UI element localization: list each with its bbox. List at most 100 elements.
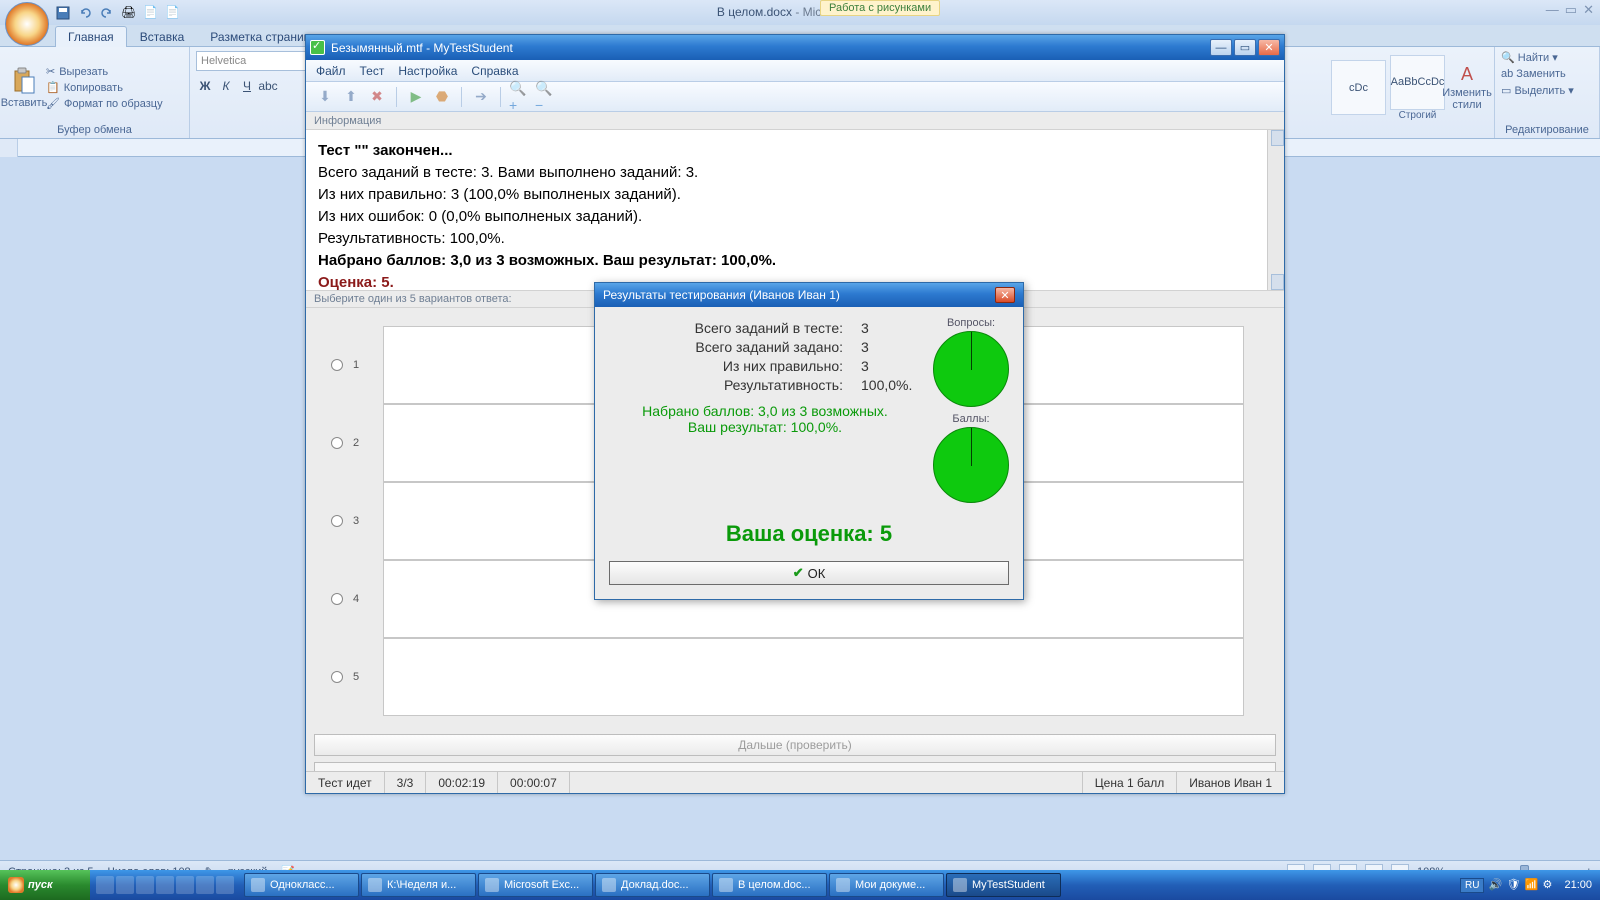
- font-name-combo[interactable]: Helvetica: [196, 51, 306, 71]
- tray-icon[interactable]: 🛡: [1506, 878, 1520, 892]
- task-label: В целом.doc...: [738, 879, 811, 891]
- minimize-icon[interactable]: —: [1546, 2, 1559, 18]
- info-scrollbar[interactable]: [1267, 130, 1284, 290]
- ql-icon-4[interactable]: [156, 876, 174, 894]
- info-done: Тест "" закончен...: [318, 142, 453, 159]
- strike-button[interactable]: abc: [259, 77, 277, 95]
- pie-points-chart: [933, 427, 1009, 503]
- results-dialog: Результаты тестирования (Иванов Иван 1) …: [594, 282, 1024, 600]
- tab-insert[interactable]: Вставка: [127, 26, 198, 47]
- office-button[interactable]: [5, 2, 49, 46]
- task-3[interactable]: Microsoft Exc...: [478, 873, 593, 897]
- task-5[interactable]: В целом.doc...: [712, 873, 827, 897]
- close-icon[interactable]: ✕: [1583, 2, 1594, 18]
- contextual-tab-label[interactable]: Работа с рисунками: [820, 0, 940, 16]
- task-icon: [368, 878, 382, 892]
- tb-zoom-in-icon[interactable]: 🔍+: [509, 86, 531, 108]
- start-label: пуск: [28, 879, 53, 891]
- style-thumb-1[interactable]: сDс: [1331, 60, 1386, 115]
- ql-icon-5[interactable]: [176, 876, 194, 894]
- answer-radio-2[interactable]: [331, 437, 343, 449]
- tab-home[interactable]: Главная: [55, 26, 127, 47]
- ql-icon-1[interactable]: [96, 876, 114, 894]
- answer-box-5[interactable]: [383, 638, 1244, 716]
- tb-forward-icon[interactable]: ➔: [470, 86, 492, 108]
- copy-button[interactable]: 📋Копировать: [46, 81, 163, 94]
- dialog-titlebar[interactable]: Результаты тестирования (Иванов Иван 1) …: [595, 283, 1023, 307]
- word-window-controls: — ▭ ✕: [1546, 2, 1594, 18]
- task-2[interactable]: К:\Неделя и...: [361, 873, 476, 897]
- dlg-asked-val: 3: [861, 339, 921, 355]
- ok-button[interactable]: ✔ОК: [609, 561, 1009, 585]
- tb-prev-icon[interactable]: ⬇: [314, 86, 336, 108]
- cut-button[interactable]: ✂Вырезать: [46, 65, 163, 78]
- status-time-elapsed: 00:02:19: [426, 772, 498, 793]
- answer-radio-3[interactable]: [331, 515, 343, 527]
- ql-icon-3[interactable]: [136, 876, 154, 894]
- answer-radio-4[interactable]: [331, 593, 343, 605]
- pie-points: Баллы:: [933, 413, 1009, 503]
- task-6[interactable]: Мои докуме...: [829, 873, 944, 897]
- answer-num-2: 2: [353, 437, 363, 449]
- style-thumb-2[interactable]: AaBbCcDс: [1390, 55, 1445, 110]
- task-1[interactable]: Однокласс...: [244, 873, 359, 897]
- tray-icon[interactable]: 📶: [1524, 878, 1538, 892]
- answer-radio-1[interactable]: [331, 359, 343, 371]
- task-label: Доклад.doc...: [621, 879, 689, 891]
- next-button[interactable]: Дальше (проверить): [314, 734, 1276, 756]
- answer-num-5: 5: [353, 671, 363, 683]
- check-icon: ✔: [793, 565, 804, 581]
- dialog-close-button[interactable]: ✕: [995, 287, 1015, 303]
- task-4[interactable]: Доклад.doc...: [595, 873, 710, 897]
- menu-test[interactable]: Тест: [360, 64, 385, 78]
- ql-icon-7[interactable]: [216, 876, 234, 894]
- ql-icon-6[interactable]: [196, 876, 214, 894]
- bold-button[interactable]: Ж: [196, 77, 214, 95]
- tb-play-icon[interactable]: ▶: [405, 86, 427, 108]
- italic-button[interactable]: К: [217, 77, 235, 95]
- menu-file[interactable]: Файл: [316, 64, 346, 78]
- mytest-menubar: Файл Тест Настройка Справка: [306, 60, 1284, 82]
- find-button[interactable]: 🔍 Найти ▾: [1501, 51, 1558, 64]
- change-styles-label: Изменить стили: [1442, 87, 1492, 111]
- tray-icon[interactable]: 🔊: [1488, 878, 1502, 892]
- pie-points-label: Баллы:: [952, 413, 989, 425]
- paste-button[interactable]: Вставить: [6, 63, 42, 113]
- start-button[interactable]: пуск: [0, 870, 90, 900]
- maximize-button[interactable]: ▭: [1234, 39, 1256, 56]
- select-label: Выделить: [1514, 85, 1565, 97]
- answer-num-1: 1: [353, 359, 363, 371]
- tb-zoom-out-icon[interactable]: 🔍−: [535, 86, 557, 108]
- language-indicator[interactable]: RU: [1460, 878, 1484, 893]
- replace-button[interactable]: ab Заменить: [1501, 68, 1566, 80]
- tray-icon[interactable]: ⚙: [1542, 878, 1556, 892]
- format-painter-button[interactable]: 🖌Формат по образцу: [46, 97, 163, 110]
- quick-launch: [90, 870, 240, 900]
- tb-stop-icon[interactable]: ⬣: [431, 86, 453, 108]
- tb-cancel-icon[interactable]: ✖: [366, 86, 388, 108]
- style-thumb-2-label: Строгий: [1399, 110, 1437, 121]
- menu-settings[interactable]: Настройка: [398, 64, 457, 78]
- answer-radio-5[interactable]: [331, 671, 343, 683]
- ql-icon-2[interactable]: [116, 876, 134, 894]
- pie-questions: Вопросы:: [933, 317, 1009, 407]
- task-label: Однокласс...: [270, 879, 335, 891]
- task-7[interactable]: MyTestStudent: [946, 873, 1061, 897]
- restore-icon[interactable]: ▭: [1565, 2, 1577, 18]
- tray-clock[interactable]: 21:00: [1564, 879, 1592, 891]
- dlg-eff-label: Результативность:: [609, 377, 843, 393]
- task-icon: [251, 878, 265, 892]
- answer-num-4: 4: [353, 593, 363, 605]
- tb-next-icon[interactable]: ⬆: [340, 86, 362, 108]
- dialog-title-text: Результаты тестирования (Иванов Иван 1): [603, 288, 840, 302]
- info-correct: Из них правильно: 3 (100,0% выполненых з…: [318, 186, 681, 203]
- status-user: Иванов Иван 1: [1177, 772, 1284, 793]
- select-button[interactable]: ▭ Выделить ▾: [1501, 84, 1574, 97]
- minimize-button[interactable]: —: [1210, 39, 1232, 56]
- menu-help[interactable]: Справка: [471, 64, 518, 78]
- change-styles-button[interactable]: A Изменить стили: [1449, 63, 1485, 113]
- close-button[interactable]: ✕: [1258, 39, 1280, 56]
- mytest-titlebar[interactable]: Безымянный.mtf - MyTestStudent — ▭ ✕: [306, 35, 1284, 60]
- underline-button[interactable]: Ч: [238, 77, 256, 95]
- task-label: Мои докуме...: [855, 879, 925, 891]
